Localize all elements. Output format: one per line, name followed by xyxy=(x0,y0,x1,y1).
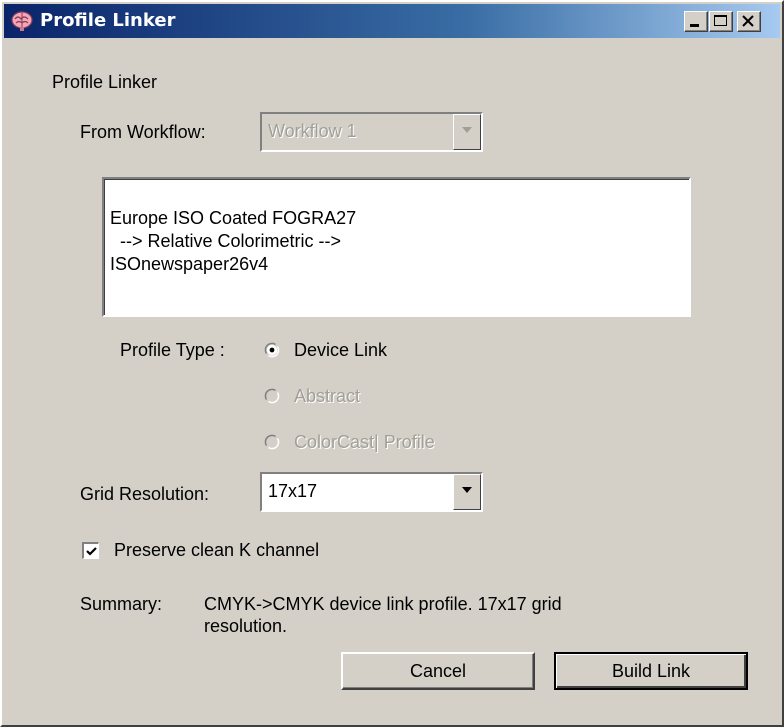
maximize-button[interactable] xyxy=(709,11,733,32)
link-destination-profile: ISOnewspaper26v4 xyxy=(110,254,269,274)
grid-resolution-label: Grid Resolution: xyxy=(80,484,210,504)
colorcast-profile-option-label: ColorCast| Profile xyxy=(294,432,435,452)
window-title: Profile Linker xyxy=(40,10,176,31)
preserve-k-label: Preserve clean K channel xyxy=(114,540,320,560)
cancel-button[interactable]: Cancel xyxy=(341,652,535,690)
close-icon xyxy=(742,15,754,27)
from-workflow-label: From Workflow: xyxy=(80,122,206,142)
link-description-box[interactable]: Europe ISO Coated FOGRA27 --> Relative C… xyxy=(102,177,691,317)
grid-resolution-dropdown-button[interactable] xyxy=(453,474,481,510)
profile-type-label: Profile Type : xyxy=(120,340,225,360)
minimize-button[interactable] xyxy=(684,11,708,32)
maximize-icon xyxy=(714,15,727,26)
checkmark-icon xyxy=(86,547,97,556)
from-workflow-value: Workflow 1 xyxy=(268,121,357,141)
device-link-option-label: Device Link xyxy=(294,340,388,360)
grid-resolution-value: 17x17 xyxy=(268,481,318,501)
minimize-icon xyxy=(690,24,699,27)
build-link-button[interactable]: Build Link xyxy=(554,652,748,690)
abstract-option-label: Abstract xyxy=(294,386,361,406)
link-intent: --> Relative Colorimetric --> xyxy=(110,231,342,251)
chevron-down-icon xyxy=(462,487,472,493)
radio-colorcast-profile[interactable] xyxy=(264,434,280,450)
from-workflow-select[interactable]: Workflow 1 xyxy=(260,112,483,152)
radio-device-link[interactable] xyxy=(264,342,280,358)
chevron-down-icon xyxy=(462,127,472,133)
profile-linker-window: Profile Linker Profile Linker From Workf… xyxy=(0,0,784,727)
close-button[interactable] xyxy=(737,11,761,32)
link-source-profile: Europe ISO Coated FOGRA27 xyxy=(110,208,357,228)
title-bar[interactable]: Profile Linker xyxy=(4,4,780,38)
summary-text-line1: CMYK->CMYK device link profile. 17x17 gr… xyxy=(204,594,562,614)
brain-icon[interactable] xyxy=(10,9,34,33)
preserve-k-checkbox[interactable] xyxy=(82,542,99,559)
from-workflow-dropdown-button[interactable] xyxy=(453,114,481,150)
dialog-heading: Profile Linker xyxy=(52,72,158,92)
radio-abstract[interactable] xyxy=(264,388,280,404)
grid-resolution-select[interactable]: 17x17 xyxy=(260,472,483,512)
summary-label: Summary: xyxy=(80,594,163,614)
summary-text-line2: resolution. xyxy=(204,616,288,636)
